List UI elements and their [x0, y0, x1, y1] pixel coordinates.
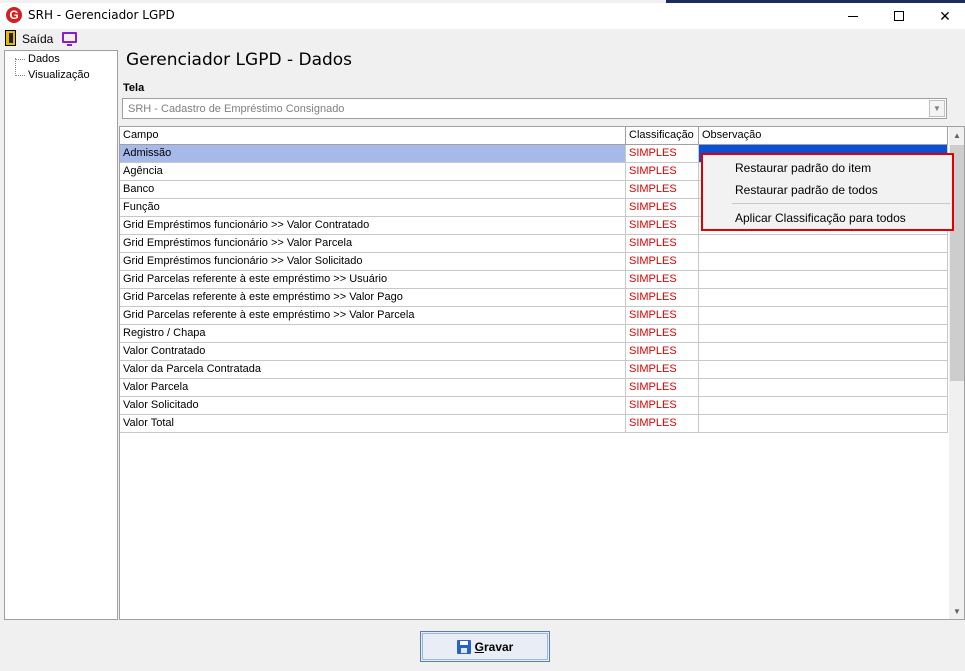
menu-item-restore-all[interactable]: Restaurar padrão de todos	[735, 183, 878, 197]
tree-item-dados[interactable]: Dados	[28, 53, 60, 65]
chevron-down-icon[interactable]: ▼	[929, 100, 945, 117]
title-bar: G SRH - Gerenciador LGPD ✕	[0, 3, 965, 29]
scroll-down-icon[interactable]: ▼	[949, 603, 964, 619]
menu-item-apply-classification-all[interactable]: Aplicar Classificação para todos	[735, 211, 906, 225]
window-title: SRH - Gerenciador LGPD	[28, 8, 175, 22]
cell-classificacao[interactable]: SIMPLES	[626, 217, 699, 235]
table-row[interactable]: Valor Contratado SIMPLES	[120, 343, 948, 361]
menu-separator	[732, 203, 950, 204]
table-row[interactable]: Grid Parcelas referente à este empréstim…	[120, 307, 948, 325]
tree-item-visualizacao[interactable]: Visualização	[28, 69, 90, 81]
cell-campo[interactable]: Grid Parcelas referente à este empréstim…	[120, 271, 626, 289]
srh-logo-icon: G	[6, 7, 22, 23]
context-menu: Restaurar padrão do item Restaurar padrã…	[701, 153, 954, 231]
save-button[interactable]: Gravar	[420, 631, 550, 662]
table-row[interactable]: Grid Empréstimos funcionário >> Valor Pa…	[120, 235, 948, 253]
tree-connector	[15, 75, 25, 76]
maximize-icon	[894, 11, 904, 21]
cell-campo[interactable]: Grid Parcelas referente à este empréstim…	[120, 307, 626, 325]
cell-campo[interactable]: Grid Empréstimos funcionário >> Valor Co…	[120, 217, 626, 235]
cell-observacao[interactable]	[699, 325, 948, 343]
navigation-tree: Dados Visualização	[4, 50, 118, 620]
table-row[interactable]: Grid Parcelas referente à este empréstim…	[120, 271, 948, 289]
cell-campo[interactable]: Grid Empréstimos funcionário >> Valor Pa…	[120, 235, 626, 253]
tela-label: Tela	[123, 82, 145, 94]
cell-campo[interactable]: Banco	[120, 181, 626, 199]
cell-classificacao[interactable]: SIMPLES	[626, 271, 699, 289]
table-row[interactable]: Valor Parcela SIMPLES	[120, 379, 948, 397]
footer: Gravar	[0, 622, 965, 671]
cell-campo[interactable]: Agência	[120, 163, 626, 181]
cell-campo[interactable]: Valor da Parcela Contratada	[120, 361, 626, 379]
column-header-classificacao[interactable]: Classificação	[626, 127, 699, 144]
exit-door-icon[interactable]	[5, 30, 16, 46]
cell-observacao[interactable]	[699, 235, 948, 253]
tree-connector	[15, 59, 25, 60]
grid-header: Campo Classificação Observação	[120, 127, 948, 145]
tela-select-value: SRH - Cadastro de Empréstimo Consignado	[128, 103, 345, 115]
cell-observacao[interactable]	[699, 289, 948, 307]
cell-classificacao[interactable]: SIMPLES	[626, 145, 699, 163]
scroll-up-icon[interactable]: ▲	[949, 127, 964, 143]
close-button[interactable]: ✕	[922, 3, 965, 29]
cell-observacao[interactable]	[699, 271, 948, 289]
cell-classificacao[interactable]: SIMPLES	[626, 343, 699, 361]
cell-classificacao[interactable]: SIMPLES	[626, 163, 699, 181]
cell-observacao[interactable]	[699, 343, 948, 361]
menu-item-restore-item[interactable]: Restaurar padrão do item	[735, 161, 871, 175]
cell-classificacao[interactable]: SIMPLES	[626, 397, 699, 415]
table-row[interactable]: Valor Solicitado SIMPLES	[120, 397, 948, 415]
cell-campo[interactable]: Grid Parcelas referente à este empréstim…	[120, 289, 626, 307]
cell-observacao[interactable]	[699, 379, 948, 397]
cell-classificacao[interactable]: SIMPLES	[626, 361, 699, 379]
save-button-label: Gravar	[475, 640, 514, 654]
cell-classificacao[interactable]: SIMPLES	[626, 415, 699, 433]
cell-campo[interactable]: Valor Parcela	[120, 379, 626, 397]
cell-classificacao[interactable]: SIMPLES	[626, 307, 699, 325]
cell-campo[interactable]: Valor Solicitado	[120, 397, 626, 415]
cell-campo[interactable]: Grid Empréstimos funcionário >> Valor So…	[120, 253, 626, 271]
cell-classificacao[interactable]: SIMPLES	[626, 199, 699, 217]
cell-classificacao[interactable]: SIMPLES	[626, 325, 699, 343]
exit-button-label[interactable]: Saída	[22, 32, 53, 46]
floppy-disk-icon	[456, 639, 471, 654]
maximize-button[interactable]	[876, 3, 922, 29]
save-accelerator-letter: G	[474, 639, 484, 654]
cell-classificacao[interactable]: SIMPLES	[626, 253, 699, 271]
tela-select[interactable]: SRH - Cadastro de Empréstimo Consignado …	[122, 98, 947, 119]
cell-campo[interactable]: Valor Contratado	[120, 343, 626, 361]
cell-campo[interactable]: Valor Total	[120, 415, 626, 433]
close-icon: ✕	[939, 7, 951, 24]
cell-observacao[interactable]	[699, 415, 948, 433]
cell-classificacao[interactable]: SIMPLES	[626, 235, 699, 253]
page-title: Gerenciador LGPD - Dados	[126, 50, 353, 70]
cell-classificacao[interactable]: SIMPLES	[626, 181, 699, 199]
cell-classificacao[interactable]: SIMPLES	[626, 379, 699, 397]
cell-classificacao[interactable]: SIMPLES	[626, 289, 699, 307]
minimize-icon	[848, 15, 858, 17]
cell-campo[interactable]: Função	[120, 199, 626, 217]
cell-observacao[interactable]	[699, 361, 948, 379]
cell-campo[interactable]: Registro / Chapa	[120, 325, 626, 343]
column-header-campo[interactable]: Campo	[120, 127, 626, 144]
cell-observacao[interactable]	[699, 253, 948, 271]
cell-campo[interactable]: Admissão	[120, 145, 626, 163]
minimize-button[interactable]	[830, 3, 876, 29]
toolbar: Saída	[0, 29, 965, 49]
table-row[interactable]: Registro / Chapa SIMPLES	[120, 325, 948, 343]
table-row[interactable]: Grid Parcelas referente à este empréstim…	[120, 289, 948, 307]
column-header-observacao[interactable]: Observação	[699, 127, 948, 144]
table-row[interactable]: Valor da Parcela Contratada SIMPLES	[120, 361, 948, 379]
cell-observacao[interactable]	[699, 307, 948, 325]
table-row[interactable]: Valor Total SIMPLES	[120, 415, 948, 433]
tree-connector	[15, 58, 16, 76]
monitor-icon[interactable]	[62, 32, 77, 46]
save-label-text: ravar	[483, 639, 514, 654]
cell-observacao[interactable]	[699, 397, 948, 415]
table-row[interactable]: Grid Empréstimos funcionário >> Valor So…	[120, 253, 948, 271]
